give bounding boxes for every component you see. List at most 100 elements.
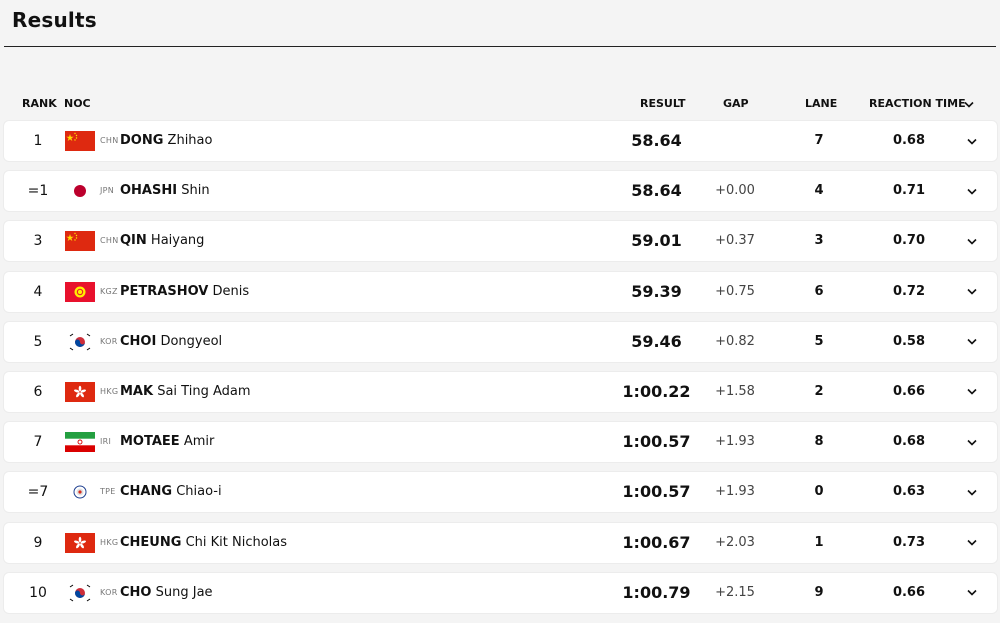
athlete-first-name: Chi Kit Nicholas <box>185 534 288 550</box>
iri-flag-icon <box>65 432 95 453</box>
table-row[interactable]: 4 KGZ PETRASHOV Denis 59.39 +0.75 6 0.72 <box>4 271 997 312</box>
lane-cell: 6 <box>814 283 824 299</box>
athlete-last-name: MOTAEE <box>120 434 180 450</box>
athlete-name: CHOI Dongyeol <box>120 322 222 362</box>
gap-cell: +1.93 <box>715 434 755 450</box>
result-cell: 58.64 <box>631 131 682 150</box>
rank-cell: 4 <box>33 283 43 300</box>
noc-code: CHN <box>100 236 119 246</box>
expand-chevron-icon[interactable] <box>964 472 980 512</box>
rank-cell: 9 <box>33 534 43 551</box>
athlete-first-name: Shin <box>181 183 210 199</box>
noc-code: JPN <box>100 186 115 196</box>
athlete-first-name: Denis <box>212 283 250 299</box>
athlete-first-name: Haiyang <box>150 233 205 249</box>
athlete-name: CHANG Chiao-i <box>120 472 222 512</box>
header-chevron-icon[interactable] <box>964 98 974 111</box>
table-row[interactable]: 10 KOR CHO Sung Jae 1:00.79 +2.15 9 0.66 <box>4 572 997 613</box>
reaction-time-cell: 0.68 <box>892 133 926 148</box>
rank-cell: =1 <box>27 183 49 200</box>
athlete-last-name: MAK <box>120 383 154 399</box>
athlete-first-name: Amir <box>183 434 215 450</box>
rank-cell: 10 <box>29 584 47 601</box>
table-row[interactable]: 6 HKG MAK Sai Ting Adam 1:00.22 +1.58 2 0.66 <box>4 371 997 412</box>
gap-cell: +1.93 <box>715 484 755 500</box>
expand-chevron-icon[interactable] <box>964 422 980 462</box>
gap-cell: +2.03 <box>715 534 755 550</box>
athlete-name: CHEUNG Chi Kit Nicholas <box>120 523 287 563</box>
athlete-name: OHASHI Shin <box>120 171 210 211</box>
col-lane: LANE <box>805 97 838 110</box>
athlete-last-name: OHASHI <box>120 183 178 199</box>
athlete-last-name: PETRASHOV <box>120 283 209 299</box>
table-row[interactable]: 1 CHN DONG Zhihao 58.64 7 0.68 <box>4 121 997 161</box>
kor-flag-icon <box>65 582 95 603</box>
expand-chevron-icon[interactable] <box>964 171 980 211</box>
hkg-flag-icon <box>65 381 95 402</box>
gap-cell: +0.00 <box>715 183 755 199</box>
gap-cell: +0.82 <box>715 333 755 349</box>
page-title: Results <box>12 8 97 32</box>
kor-flag-icon <box>65 331 95 352</box>
gap-cell: +2.15 <box>715 584 755 600</box>
noc-code: CHN <box>100 136 119 145</box>
col-gap: GAP <box>723 97 749 110</box>
athlete-last-name: CHANG <box>120 484 173 500</box>
athlete-last-name: CHOI <box>120 333 157 349</box>
table-row[interactable]: 7 IRI MOTAEE Amir 1:00.57 +1.93 8 0.68 <box>4 422 997 463</box>
reaction-time-cell: 0.66 <box>892 383 926 399</box>
table-row[interactable]: 3 CHN QIN Haiyang 59.01 +0.37 3 0.70 <box>4 221 997 262</box>
col-result: RESULT <box>640 97 686 110</box>
athlete-name: MOTAEE Amir <box>120 422 214 462</box>
reaction-time-cell: 0.73 <box>892 534 926 550</box>
noc-code: HKG <box>100 386 119 396</box>
athlete-last-name: DONG <box>120 133 164 148</box>
rank-cell: 3 <box>33 233 43 250</box>
gap-cell: +1.58 <box>715 383 755 399</box>
reaction-time-cell: 0.68 <box>892 434 926 450</box>
noc-code: IRI <box>100 437 112 447</box>
athlete-last-name: CHO <box>120 584 152 600</box>
jpn-flag-icon <box>65 181 95 202</box>
hkg-flag-icon <box>65 532 95 553</box>
rank-cell: 5 <box>33 333 43 350</box>
reaction-time-cell: 0.72 <box>892 283 926 299</box>
reaction-time-cell: 0.71 <box>892 183 926 199</box>
lane-cell: 1 <box>814 534 824 550</box>
lane-cell: 9 <box>814 584 824 600</box>
reaction-time-cell: 0.66 <box>892 584 926 600</box>
col-reaction-time: REACTION TIME <box>869 97 966 110</box>
results-table: 1 CHN DONG Zhihao 58.64 7 0.68 =1 JPN OHASHI Shi… <box>4 121 997 623</box>
athlete-last-name: QIN <box>120 233 147 249</box>
expand-chevron-icon[interactable] <box>964 221 980 261</box>
tpe-flag-icon <box>65 482 95 503</box>
athlete-name: PETRASHOV Denis <box>120 272 249 312</box>
athlete-last-name: CHEUNG <box>120 534 182 550</box>
table-row[interactable]: 9 HKG CHEUNG Chi Kit Nicholas 1:00.67 +2.03 1… <box>4 522 997 563</box>
table-row[interactable]: =1 JPN OHASHI Shin 58.64 +0.00 4 0.71 <box>4 171 997 212</box>
column-headers: RANK NOC RESULT GAP LANE REACTION TIME <box>0 97 1000 113</box>
noc-code: TPE <box>100 487 116 497</box>
lane-cell: 2 <box>814 383 824 399</box>
reaction-time-cell: 0.70 <box>892 233 926 249</box>
lane-cell: 8 <box>814 434 824 450</box>
noc-code: HKG <box>100 537 119 547</box>
col-noc: NOC <box>64 97 91 110</box>
kgz-flag-icon <box>65 281 95 302</box>
expand-chevron-icon[interactable] <box>964 523 980 563</box>
athlete-name: MAK Sai Ting Adam <box>120 372 251 412</box>
noc-code: KOR <box>100 587 118 597</box>
expand-chevron-icon[interactable] <box>964 573 980 613</box>
expand-chevron-icon[interactable] <box>964 322 980 362</box>
rank-cell: 7 <box>33 434 43 451</box>
expand-chevron-icon[interactable] <box>964 372 980 412</box>
results-header: Results <box>4 0 996 47</box>
expand-chevron-icon[interactable] <box>964 121 980 161</box>
lane-cell: 5 <box>814 333 824 349</box>
rank-cell: =7 <box>27 484 49 501</box>
athlete-first-name: Dongyeol <box>160 333 223 349</box>
athlete-name: QIN Haiyang <box>120 221 204 261</box>
table-row[interactable]: =7 TPE CHANG Chiao-i 1:00.57 +1.93 0 0.63 <box>4 472 997 513</box>
table-row[interactable]: 5 KOR CHOI Dongyeol 59.46 +0.82 5 0.58 <box>4 321 997 362</box>
expand-chevron-icon[interactable] <box>964 272 980 312</box>
